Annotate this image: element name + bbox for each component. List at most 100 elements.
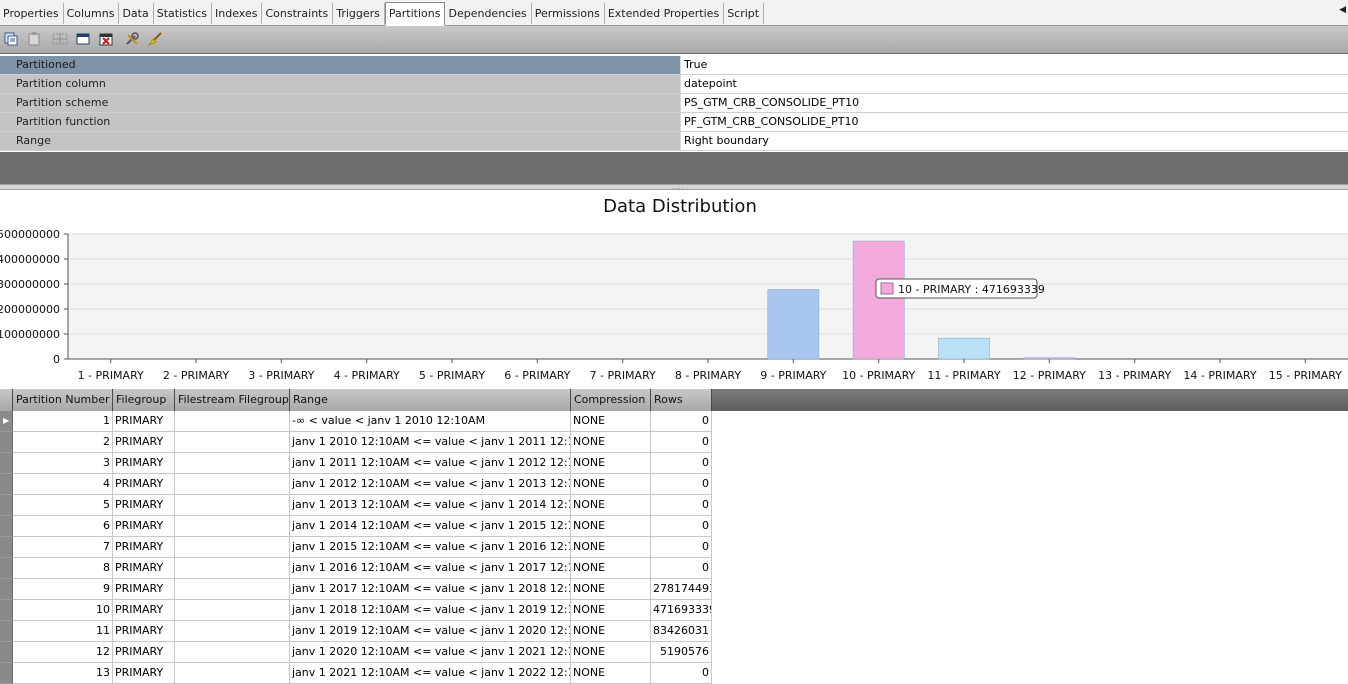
property-row-partition-function[interactable]: Partition function PF_GTM_CRB_CONSOLIDE_… [0,113,1348,132]
table-cell[interactable]: PRIMARY [113,537,175,558]
table-cell[interactable]: 3 [13,453,113,474]
tab-script[interactable]: Script [724,3,765,24]
table-row[interactable]: ▶ 1 PRIMARY -∞ < value < janv 1 2010 12:10A… [0,411,712,432]
table-cell[interactable]: 12 [13,642,113,663]
property-value[interactable]: datepoint [680,75,1348,93]
column-header[interactable]: Compression [571,389,651,411]
column-header[interactable]: Partition Number [13,389,113,411]
table-cell[interactable]: 9 [13,579,113,600]
table-cell[interactable]: 6 [13,516,113,537]
table-cell[interactable]: janv 1 2015 12:10AM <= value < janv 1 20… [290,537,571,558]
table-cell[interactable]: 0 [651,516,712,537]
row-selector[interactable] [0,453,13,474]
table-cell[interactable]: 10 [13,600,113,621]
tab-constraints[interactable]: Constraints [262,3,334,24]
table-cell[interactable]: PRIMARY [113,663,175,684]
paste-icon[interactable] [26,31,42,47]
table-cell[interactable]: 13 [13,663,113,684]
property-value[interactable]: PS_GTM_CRB_CONSOLIDE_PT10 [680,94,1348,112]
tab-dependencies[interactable]: Dependencies [445,3,532,24]
property-row-partition-scheme[interactable]: Partition scheme PS_GTM_CRB_CONSOLIDE_PT… [0,94,1348,113]
table-cell[interactable]: 5 [13,495,113,516]
table-cell[interactable]: 0 [651,558,712,579]
table-row[interactable]: 2 PRIMARY janv 1 2010 12:10AM <= value < j… [0,432,712,453]
row-selector[interactable] [0,579,13,600]
table-cell[interactable]: janv 1 2013 12:10AM <= value < janv 1 20… [290,495,571,516]
table-cell[interactable]: NONE [571,621,651,642]
table-cell[interactable]: janv 1 2011 12:10AM <= value < janv 1 20… [290,453,571,474]
table-cell[interactable]: 0 [651,663,712,684]
chart-bar[interactable] [852,240,905,360]
table-cell[interactable]: NONE [571,663,651,684]
property-row-range[interactable]: Range Right boundary [0,132,1348,151]
property-value[interactable]: True [680,56,1348,74]
table-cell[interactable]: PRIMARY [113,432,175,453]
tab-data[interactable]: Data [119,3,154,24]
table-cell[interactable]: PRIMARY [113,411,175,432]
tools-icon[interactable] [124,31,140,47]
table-cell[interactable]: janv 1 2012 12:10AM <= value < janv 1 20… [290,474,571,495]
table-cell[interactable]: PRIMARY [113,642,175,663]
table-cell[interactable] [175,516,290,537]
table-cell[interactable]: 1 [13,411,113,432]
table-cell[interactable] [175,621,290,642]
table-cell[interactable] [175,600,290,621]
table-cell[interactable]: 0 [651,411,712,432]
row-selector[interactable] [0,558,13,579]
table-cell[interactable] [175,663,290,684]
tab-statistics[interactable]: Statistics [154,3,213,24]
table-row[interactable]: 6 PRIMARY janv 1 2014 12:10AM <= value < j… [0,516,712,537]
table-cell[interactable] [175,474,290,495]
table-cell[interactable] [175,558,290,579]
tab-partitions[interactable]: Partitions [384,2,446,26]
table-cell[interactable]: PRIMARY [113,600,175,621]
table-row[interactable]: 7 PRIMARY janv 1 2015 12:10AM <= value < j… [0,537,712,558]
property-value[interactable]: PF_GTM_CRB_CONSOLIDE_PT10 [680,113,1348,131]
table-cell[interactable]: NONE [571,537,651,558]
table-cell[interactable]: NONE [571,495,651,516]
table-cell[interactable]: janv 1 2017 12:10AM <= value < janv 1 20… [290,579,571,600]
table-cell[interactable]: 7 [13,537,113,558]
table-cell[interactable]: 5190576 [651,642,712,663]
table-cell[interactable]: 0 [651,432,712,453]
table-cell[interactable] [175,579,290,600]
table-cell[interactable]: 4 [13,474,113,495]
column-header[interactable]: Range [290,389,571,411]
table-cell[interactable]: PRIMARY [113,516,175,537]
table-cell[interactable]: 8 [13,558,113,579]
copy-icon[interactable] [3,31,19,47]
table-cell[interactable]: 0 [651,495,712,516]
chart-bar[interactable] [1023,357,1076,360]
table-cell[interactable]: 2 [13,432,113,453]
tab-permissions[interactable]: Permissions [532,3,605,24]
row-selector[interactable] [0,474,13,495]
table-cell[interactable] [175,537,290,558]
table-cell[interactable]: janv 1 2010 12:10AM <= value < janv 1 20… [290,432,571,453]
table-cell[interactable] [175,453,290,474]
tab-indexes[interactable]: Indexes [212,3,263,24]
table-row[interactable]: 4 PRIMARY janv 1 2012 12:10AM <= value < j… [0,474,712,495]
table-row[interactable]: 8 PRIMARY janv 1 2016 12:10AM <= value < j… [0,558,712,579]
row-selector[interactable] [0,495,13,516]
tab-properties[interactable]: Properties [0,3,64,24]
table-cell[interactable]: NONE [571,432,651,453]
column-header[interactable]: Rows [651,389,712,411]
chart-bar[interactable] [767,289,820,360]
delete-icon[interactable] [98,31,114,47]
current-row-indicator-icon[interactable]: ▶ [0,411,13,432]
column-header[interactable]: Filestream Filegroup [175,389,290,411]
table-cell[interactable]: janv 1 2014 12:10AM <= value < janv 1 20… [290,516,571,537]
table-cell[interactable]: PRIMARY [113,474,175,495]
tab-triggers[interactable]: Triggers [333,3,385,24]
table-cell[interactable]: 11 [13,621,113,642]
property-value[interactable]: Right boundary [680,132,1348,150]
table-cell[interactable]: NONE [571,516,651,537]
table-cell[interactable] [175,642,290,663]
property-row-partitioned[interactable]: Partitioned True [0,56,1348,75]
table-cell[interactable]: PRIMARY [113,558,175,579]
table-cell[interactable]: PRIMARY [113,495,175,516]
table-cell[interactable]: 278174493 [651,579,712,600]
tab-columns[interactable]: Columns [64,3,120,24]
row-selector[interactable] [0,600,13,621]
table-cell[interactable]: NONE [571,642,651,663]
